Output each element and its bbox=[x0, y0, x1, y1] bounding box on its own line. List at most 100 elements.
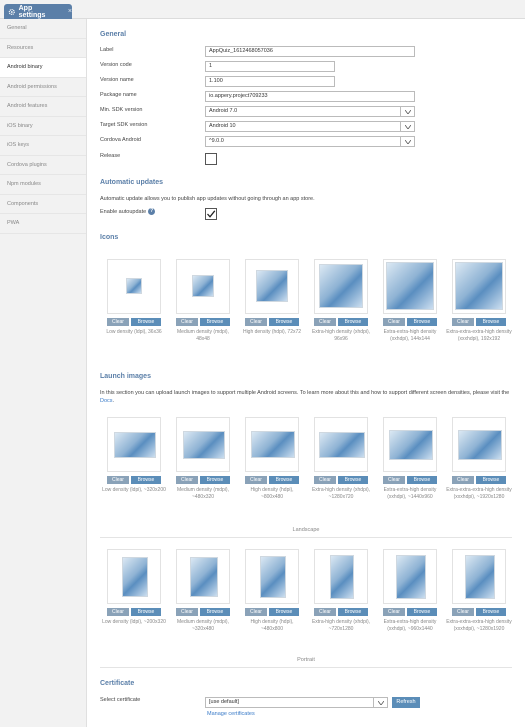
launch-thumbnail bbox=[190, 557, 218, 597]
launch-thumbnail bbox=[114, 432, 156, 458]
clear-button[interactable]: Clear bbox=[176, 476, 198, 484]
min-sdk-label: Min. SDK version bbox=[100, 107, 143, 113]
image-caption: Low density (ldpi), ~320x200 bbox=[102, 487, 166, 493]
cordova-android-label: Cordova Android bbox=[100, 137, 141, 143]
image-caption: Extra-high density (xhdpi), ~1280x720 bbox=[311, 487, 371, 500]
chevron-down-icon[interactable] bbox=[400, 107, 414, 116]
cordova-android-select[interactable]: ^9.0.0 bbox=[205, 136, 415, 147]
clear-button[interactable]: Clear bbox=[314, 608, 336, 616]
image-preview bbox=[314, 417, 368, 472]
browse-button[interactable]: Browse bbox=[476, 608, 506, 616]
browse-button[interactable]: Browse bbox=[407, 318, 437, 326]
image-preview bbox=[245, 549, 299, 604]
package-name-input[interactable]: io.appery.project709233 bbox=[205, 91, 415, 102]
clear-button[interactable]: Clear bbox=[452, 608, 474, 616]
browse-button[interactable]: Browse bbox=[338, 608, 368, 616]
sidebar-item-components[interactable]: Components bbox=[0, 195, 86, 214]
version-code-input[interactable]: 1 bbox=[205, 61, 335, 72]
browse-button[interactable]: Browse bbox=[407, 476, 437, 484]
release-label: Release bbox=[100, 153, 121, 159]
icon-thumbnail bbox=[386, 262, 434, 310]
clear-button[interactable]: Clear bbox=[383, 318, 405, 326]
sidebar-item-ios-keys[interactable]: iOS keys bbox=[0, 136, 86, 156]
icon-thumbnail bbox=[126, 278, 142, 294]
icon-thumbnail bbox=[256, 270, 288, 302]
manage-certificates-link[interactable]: Manage certificates bbox=[207, 711, 255, 717]
browse-button[interactable]: Browse bbox=[338, 318, 368, 326]
clear-button[interactable]: Clear bbox=[176, 318, 198, 326]
browse-button[interactable]: Browse bbox=[200, 318, 230, 326]
sidebar-item-pwa[interactable]: PWA bbox=[0, 214, 86, 234]
browse-button[interactable]: Browse bbox=[476, 476, 506, 484]
sidebar-item-android-permissions[interactable]: Android permissions bbox=[0, 78, 86, 97]
clear-button[interactable]: Clear bbox=[383, 608, 405, 616]
browse-button[interactable]: Browse bbox=[269, 318, 299, 326]
browse-button[interactable]: Browse bbox=[476, 318, 506, 326]
chevron-down-icon[interactable] bbox=[400, 137, 414, 146]
sidebar-item-ios-binary[interactable]: iOS binary bbox=[0, 117, 86, 136]
image-caption: Extra-high density (xhdpi), ~720x1280 bbox=[311, 619, 371, 632]
browse-button[interactable]: Browse bbox=[200, 476, 230, 484]
browse-button[interactable]: Browse bbox=[269, 476, 299, 484]
enable-autoupdate-checkbox[interactable] bbox=[205, 208, 217, 220]
clear-button[interactable]: Clear bbox=[452, 318, 474, 326]
clear-button[interactable]: Clear bbox=[314, 318, 336, 326]
browse-button[interactable]: Browse bbox=[200, 608, 230, 616]
sidebar-item-npm-modules[interactable]: Npm modules bbox=[0, 175, 86, 195]
close-icon[interactable]: × bbox=[68, 8, 72, 15]
launch-thumbnail bbox=[251, 431, 295, 458]
clear-button[interactable]: Clear bbox=[107, 608, 129, 616]
image-preview bbox=[107, 549, 161, 604]
version-name-input[interactable]: 1.100 bbox=[205, 76, 335, 87]
image-preview bbox=[452, 417, 506, 472]
image-caption: Medium density (mdpi), ~320x480 bbox=[177, 619, 229, 632]
clear-button[interactable]: Clear bbox=[245, 476, 267, 484]
launch-thumbnail bbox=[396, 555, 426, 599]
divider bbox=[100, 667, 512, 668]
sidebar-item-general[interactable]: General bbox=[0, 19, 86, 39]
image-caption: Low density (ldpi), 36x36 bbox=[106, 329, 162, 335]
help-icon[interactable]: ? bbox=[148, 208, 156, 215]
clear-button[interactable]: Clear bbox=[314, 476, 336, 484]
image-caption: Extra-extra-high density (xxhdpi), 144x1… bbox=[383, 329, 437, 342]
browse-button[interactable]: Browse bbox=[407, 608, 437, 616]
image-preview bbox=[176, 417, 230, 472]
clear-button[interactable]: Clear bbox=[383, 476, 405, 484]
clear-button[interactable]: Clear bbox=[452, 476, 474, 484]
sidebar-item-cordova-plugins[interactable]: Cordova plugins bbox=[0, 156, 86, 175]
icons-heading: Icons bbox=[100, 234, 119, 241]
image-caption: Extra-high density (xhdpi), 96x96 bbox=[311, 329, 371, 342]
clear-button[interactable]: Clear bbox=[245, 318, 267, 326]
certificate-select[interactable]: [use default] bbox=[205, 697, 388, 708]
icon-thumbnail bbox=[319, 264, 363, 308]
package-name-label: Package name bbox=[100, 92, 137, 98]
image-caption: Medium density (mdpi), 48x48 bbox=[177, 329, 229, 342]
chevron-down-icon[interactable] bbox=[373, 698, 387, 707]
browse-button[interactable]: Browse bbox=[269, 608, 299, 616]
min-sdk-select[interactable]: Android 7.0 bbox=[205, 106, 415, 117]
release-checkbox[interactable] bbox=[205, 153, 217, 165]
tab-app-settings[interactable]: App settings × bbox=[4, 4, 72, 19]
general-heading: General bbox=[100, 31, 127, 38]
docs-link[interactable]: Docs bbox=[100, 398, 113, 404]
sidebar-item-resources[interactable]: Resources bbox=[0, 39, 86, 58]
target-sdk-value: Android 10 bbox=[209, 123, 236, 129]
divider bbox=[100, 537, 512, 538]
browse-button[interactable]: Browse bbox=[131, 476, 161, 484]
image-caption: Medium density (mdpi), ~480x320 bbox=[177, 487, 229, 500]
browse-button[interactable]: Browse bbox=[131, 318, 161, 326]
browse-button[interactable]: Browse bbox=[338, 476, 368, 484]
clear-button[interactable]: Clear bbox=[107, 476, 129, 484]
sidebar-item-android-binary[interactable]: Android binary bbox=[0, 58, 86, 78]
clear-button[interactable]: Clear bbox=[176, 608, 198, 616]
clear-button[interactable]: Clear bbox=[107, 318, 129, 326]
chevron-down-icon[interactable] bbox=[400, 122, 414, 131]
launch-thumbnail bbox=[389, 430, 433, 460]
sidebar-item-android-features[interactable]: Android features bbox=[0, 97, 86, 117]
browse-button[interactable]: Browse bbox=[131, 608, 161, 616]
target-sdk-select[interactable]: Android 10 bbox=[205, 121, 415, 132]
image-caption: Extra-extra-high density (xxhdpi), ~960x… bbox=[383, 619, 437, 632]
refresh-button[interactable]: Refresh bbox=[392, 697, 420, 708]
label-input[interactable]: AppQuiz_1612468057036 bbox=[205, 46, 415, 57]
clear-button[interactable]: Clear bbox=[245, 608, 267, 616]
